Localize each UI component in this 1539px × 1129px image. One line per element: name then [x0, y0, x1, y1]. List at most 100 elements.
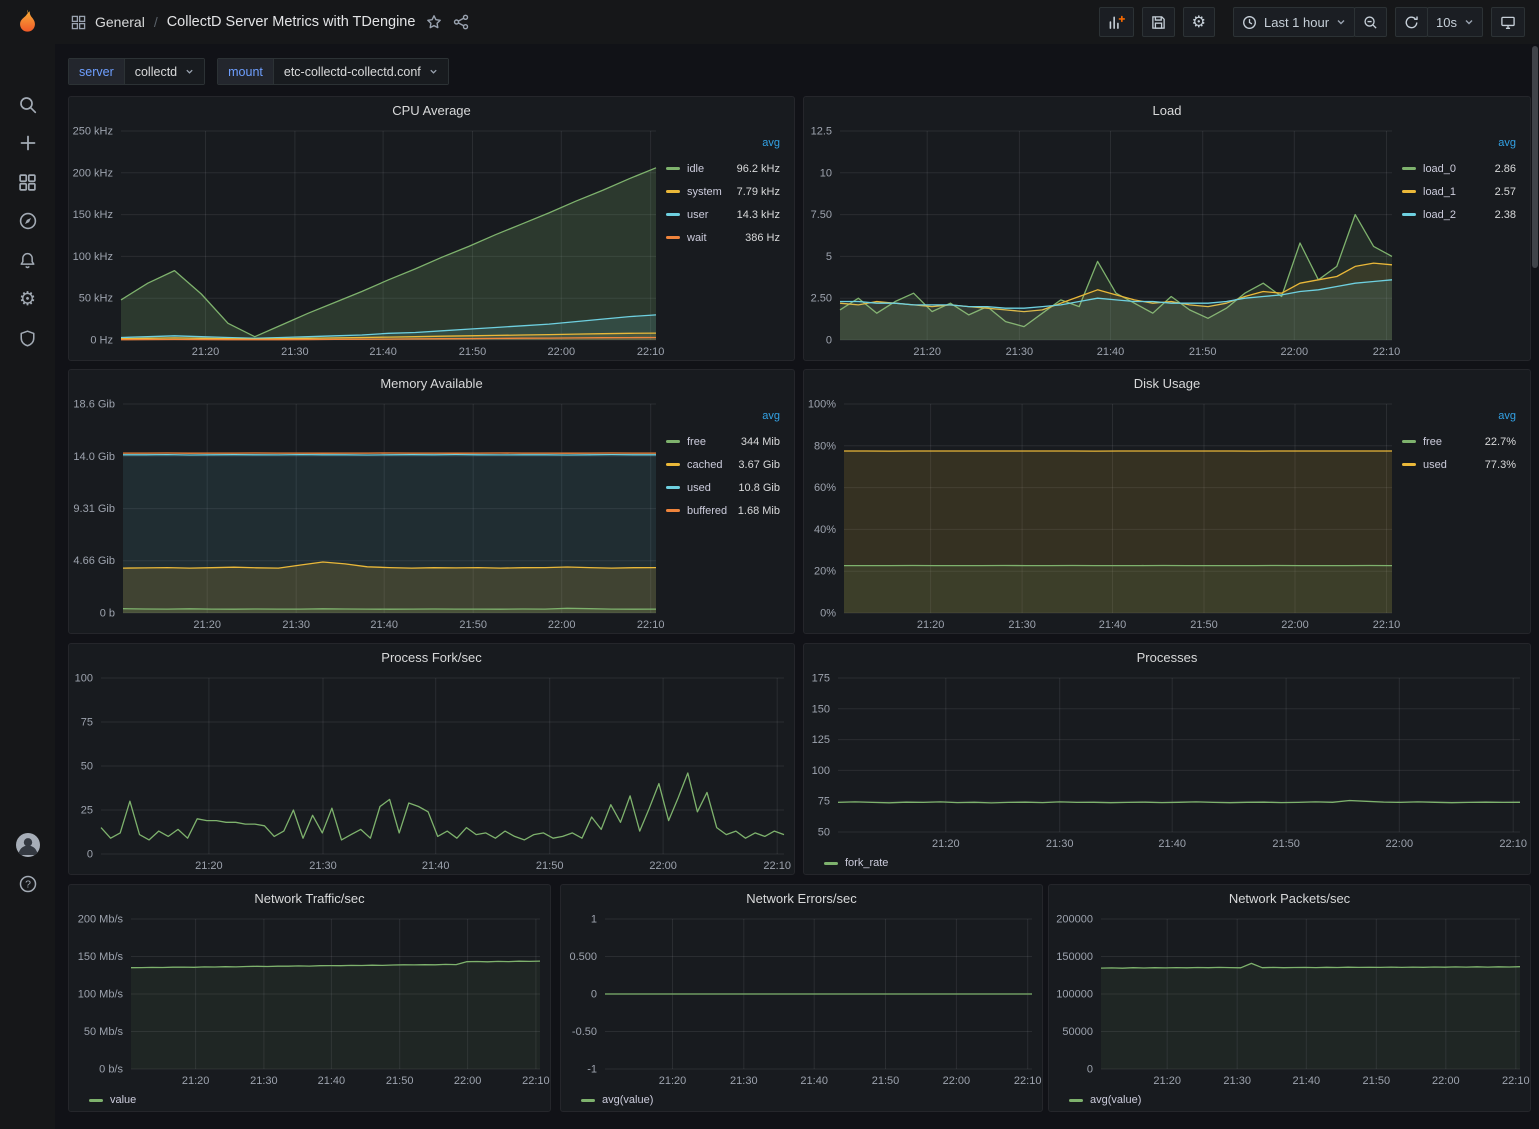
- memory-available-chart[interactable]: 0 b4.66 Gib9.31 Gib14.0 Gib18.6 Gib21:20…: [69, 396, 666, 633]
- svg-text:21:40: 21:40: [1293, 1075, 1321, 1087]
- panel-title[interactable]: Network Packets/sec: [1049, 885, 1530, 911]
- share-icon[interactable]: [453, 14, 469, 30]
- disk-usage-chart[interactable]: 0%20%40%60%80%100%21:2021:3021:4021:5022…: [804, 396, 1402, 633]
- chevron-down-icon: [1336, 17, 1346, 27]
- legend-item-value[interactable]: value: [89, 1094, 136, 1106]
- svg-text:22:00: 22:00: [454, 1075, 482, 1087]
- zoom-out-button[interactable]: [1354, 7, 1387, 37]
- grafana-logo[interactable]: [14, 8, 41, 40]
- configuration-gear-icon[interactable]: ⚙: [0, 280, 55, 318]
- legend-item-buffered[interactable]: buffered1.68 Mib: [666, 499, 780, 522]
- svg-text:0: 0: [826, 335, 832, 347]
- cycle-view-mode-button[interactable]: [1491, 7, 1525, 37]
- legend: fork_rate: [804, 852, 1530, 874]
- variable-server-value[interactable]: collectd: [124, 59, 204, 84]
- legend-item-avg(value)[interactable]: avg(value): [1069, 1094, 1141, 1106]
- legend: avgfree22.7%used77.3%: [1402, 396, 1530, 633]
- panel-title[interactable]: CPU Average: [69, 97, 794, 123]
- variable-mount-value[interactable]: etc-collectd-collectd.conf: [273, 59, 448, 84]
- legend-item-free[interactable]: free22.7%: [1402, 430, 1516, 453]
- explore-compass-icon[interactable]: [0, 202, 55, 240]
- legend-item-system[interactable]: system7.79 kHz: [666, 180, 780, 203]
- svg-text:22:00: 22:00: [548, 346, 576, 358]
- legend-header[interactable]: avg: [666, 410, 780, 430]
- legend-item-wait[interactable]: wait386 Hz: [666, 226, 780, 249]
- series-color-dash: [666, 440, 680, 443]
- legend-series-value: 2.86: [1495, 163, 1516, 175]
- svg-text:21:20: 21:20: [195, 860, 223, 872]
- legend-item-free[interactable]: free344 Mib: [666, 430, 780, 453]
- svg-text:0 Hz: 0 Hz: [90, 335, 113, 347]
- series-color-dash: [1069, 1099, 1083, 1102]
- svg-text:200 kHz: 200 kHz: [73, 167, 113, 179]
- series-color-dash: [666, 236, 680, 239]
- search-icon[interactable]: [0, 86, 55, 124]
- svg-text:-0.50: -0.50: [572, 1026, 597, 1038]
- legend-series-value: 96.2 kHz: [737, 163, 780, 175]
- save-dashboard-button[interactable]: [1142, 7, 1175, 37]
- refresh-interval-button[interactable]: 10s: [1427, 7, 1483, 37]
- dashboard-settings-button[interactable]: ⚙: [1183, 7, 1215, 37]
- legend-header[interactable]: avg: [1402, 410, 1516, 430]
- svg-text:21:30: 21:30: [730, 1075, 758, 1087]
- svg-text:21:20: 21:20: [182, 1075, 210, 1087]
- server-admin-shield-icon[interactable]: [0, 319, 55, 357]
- panel-title[interactable]: Load: [804, 97, 1530, 123]
- legend: value: [69, 1089, 550, 1111]
- svg-text:22:00: 22:00: [943, 1075, 971, 1087]
- alerting-bell-icon[interactable]: [0, 241, 55, 279]
- legend-item-idle[interactable]: idle 96.2 kHz: [666, 157, 780, 180]
- network-packets-chart[interactable]: 05000010000015000020000021:2021:3021:402…: [1049, 911, 1530, 1089]
- star-icon[interactable]: [426, 14, 442, 30]
- panel-title[interactable]: Disk Usage: [804, 370, 1530, 396]
- help-icon[interactable]: ?: [0, 865, 55, 903]
- legend-item-fork_rate[interactable]: fork_rate: [824, 857, 888, 869]
- legend-series-name: load_1: [1423, 186, 1456, 198]
- refresh-button[interactable]: [1395, 7, 1428, 37]
- legend-series-value: 22.7%: [1485, 436, 1516, 448]
- dashboards-icon[interactable]: [0, 163, 55, 201]
- create-plus-icon[interactable]: [0, 124, 55, 162]
- network-traffic-chart[interactable]: 0 b/s50 Mb/s100 Mb/s150 Mb/s200 Mb/s21:2…: [69, 911, 550, 1089]
- legend-series-name: idle: [687, 163, 704, 175]
- time-range-button[interactable]: Last 1 hour: [1233, 7, 1355, 37]
- panel-title[interactable]: Network Traffic/sec: [69, 885, 550, 911]
- process-fork-chart[interactable]: 025507510021:2021:3021:4021:5022:0022:10: [69, 670, 794, 874]
- legend-item-avg(value)[interactable]: avg(value): [581, 1094, 653, 1106]
- scrollbar[interactable]: [1531, 44, 1539, 1129]
- add-panel-button[interactable]: [1099, 7, 1134, 37]
- svg-text:150: 150: [812, 703, 830, 715]
- legend-item-used[interactable]: used77.3%: [1402, 453, 1516, 476]
- legend-item-user[interactable]: user14.3 kHz: [666, 203, 780, 226]
- panel-title[interactable]: Memory Available: [69, 370, 794, 396]
- svg-text:?: ?: [25, 879, 31, 891]
- legend-item-load_2[interactable]: load_22.38: [1402, 203, 1516, 226]
- time-range-label: Last 1 hour: [1264, 15, 1329, 30]
- legend-item-load_1[interactable]: load_12.57: [1402, 180, 1516, 203]
- legend-series-value: 2.38: [1495, 209, 1516, 221]
- chevron-down-icon: [429, 67, 438, 76]
- cpu-average-chart[interactable]: 0 Hz50 kHz100 kHz150 kHz200 kHz250 kHz21…: [69, 123, 666, 360]
- svg-text:21:30: 21:30: [1008, 619, 1036, 631]
- breadcrumb-section[interactable]: General: [95, 14, 145, 30]
- load-chart[interactable]: 02.5057.501012.521:2021:3021:4021:5022:0…: [804, 123, 1402, 360]
- user-avatar[interactable]: [0, 826, 55, 864]
- legend-header[interactable]: avg: [1402, 137, 1516, 157]
- legend-item-load_0[interactable]: load_02.86: [1402, 157, 1516, 180]
- processes-chart[interactable]: 507510012515017521:2021:3021:4021:5022:0…: [804, 670, 1530, 852]
- svg-text:22:00: 22:00: [1386, 838, 1414, 850]
- panel-title[interactable]: Process Fork/sec: [69, 644, 794, 670]
- network-errors-chart[interactable]: -1-0.5000.500121:2021:3021:4021:5022:002…: [561, 911, 1042, 1089]
- panel-title[interactable]: Network Errors/sec: [561, 885, 1042, 911]
- legend-item-cached[interactable]: cached3.67 Gib: [666, 453, 780, 476]
- svg-text:20%: 20%: [814, 566, 836, 578]
- panel-title[interactable]: Processes: [804, 644, 1530, 670]
- legend-item-used[interactable]: used10.8 Gib: [666, 476, 780, 499]
- series-color-dash: [666, 463, 680, 466]
- svg-text:50000: 50000: [1062, 1026, 1093, 1038]
- svg-text:0 b: 0 b: [100, 608, 115, 620]
- legend-header[interactable]: avg: [666, 137, 780, 157]
- scrollbar-thumb[interactable]: [1532, 46, 1538, 268]
- svg-text:18.6 Gib: 18.6 Gib: [73, 399, 115, 411]
- svg-text:22:10: 22:10: [1502, 1075, 1530, 1087]
